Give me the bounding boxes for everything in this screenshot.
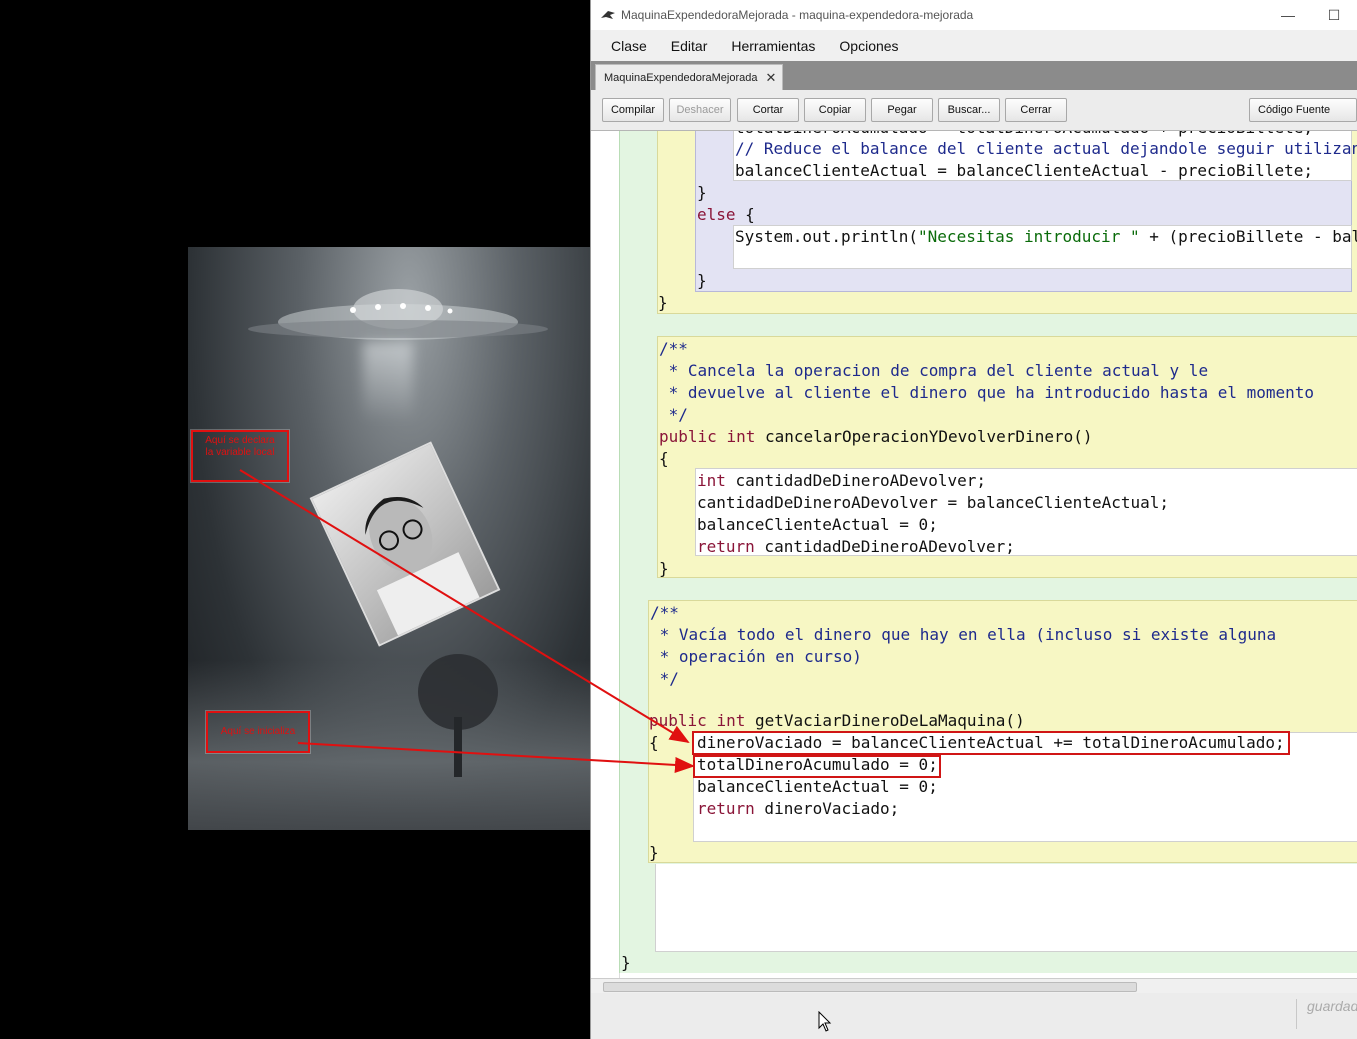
bluej-bird-icon [601, 11, 615, 19]
code-line: cantidadDeDineroADevolver = balanceClien… [697, 493, 1170, 512]
copy-button[interactable]: Copiar [804, 98, 866, 122]
title-bar: MaquinaExpendedoraMejorada - maquina-exp… [591, 0, 1357, 30]
maximize-button[interactable]: ☐ [1311, 7, 1357, 24]
tab-maquina-expendedora[interactable]: MaquinaExpendedoraMejorada ✕ [595, 64, 784, 90]
menu-editar[interactable]: Editar [671, 38, 708, 54]
find-button[interactable]: Buscar... [938, 98, 1000, 122]
code-text: cantidadDeDineroADevolver; [725, 471, 986, 490]
portrait-photo [309, 441, 501, 647]
status-bar: guardad [591, 993, 1357, 1039]
empty-scope [655, 864, 1357, 952]
doc-comment: /** [659, 339, 688, 358]
code-text: System.out.println( [735, 227, 919, 246]
class-close-brace: } [621, 953, 631, 972]
code-brace: } [658, 293, 668, 312]
toolbar: Compilar Deshacer Cortar Copiar Pegar Bu… [591, 90, 1357, 131]
cut-button[interactable]: Cortar [737, 98, 799, 122]
undo-button[interactable]: Deshacer [669, 98, 731, 122]
keyword: int [697, 471, 726, 490]
view-selector[interactable]: Código Fuente [1249, 98, 1357, 122]
code-brace: } [697, 183, 707, 202]
code-line: balanceClienteActual = 0; [697, 777, 938, 796]
menu-bar: Clase Editar Herramientas Opciones [591, 30, 1357, 61]
minimize-button[interactable]: — [1265, 7, 1311, 23]
keyword: return [697, 537, 755, 556]
bluej-editor-window: MaquinaExpendedoraMejorada - maquina-exp… [590, 0, 1357, 1039]
code-text: getVaciarDineroDeLaMaquina() [745, 711, 1025, 730]
doc-comment: * Cancela la operacion de compra del cli… [659, 361, 1209, 380]
doc-comment: * devuelve al cliente el dinero que ha i… [659, 383, 1315, 402]
code-brace: } [697, 271, 707, 290]
annotation-local-variable: Aquí se declara la variable local [191, 430, 289, 482]
code-brace: } [649, 843, 659, 862]
menu-opciones[interactable]: Opciones [839, 38, 898, 54]
keyword: public [649, 711, 707, 730]
code-line: balanceClienteActual = 0; [697, 515, 938, 534]
menu-clase[interactable]: Clase [611, 38, 647, 54]
code-line: return dineroVaciado; [697, 798, 899, 820]
doc-comment: /** [650, 603, 679, 622]
paste-button[interactable]: Pegar [871, 98, 933, 122]
scrollbar-thumb[interactable] [603, 982, 1137, 992]
keyword: else [697, 205, 736, 224]
tab-close-icon[interactable]: ✕ [766, 70, 777, 86]
code-text: cancelarOperacionYDevolverDinero() [755, 427, 1093, 446]
horizontal-scrollbar[interactable] [591, 978, 1357, 994]
method-signature-vaciar: public int getVaciarDineroDeLaMaquina() [649, 710, 1025, 732]
code-brace: { [659, 449, 669, 468]
code-line: balanceClienteActual = balanceClienteAct… [735, 161, 1313, 180]
code-text: + (precioBillete - bal [1139, 227, 1357, 246]
doc-comment: */ [659, 405, 688, 424]
code-editor[interactable]: totalDineroAcumulado = totalDineroAcumul… [591, 131, 1357, 978]
menu-herramientas[interactable]: Herramientas [731, 38, 815, 54]
tab-bar: MaquinaExpendedoraMejorada ✕ [591, 61, 1357, 90]
keyword: int [726, 427, 756, 446]
doc-comment: * Vacía todo el dinero que hay en ella (… [650, 625, 1277, 644]
highlight-initialization [693, 755, 941, 778]
code-line: return cantidadDeDineroADevolver; [697, 536, 1015, 558]
doc-comment: */ [650, 669, 679, 688]
tab-label: MaquinaExpendedoraMejorada [604, 71, 758, 84]
code-brace: } [659, 559, 669, 578]
status-message: guardad [1307, 998, 1357, 1014]
code-line: int cantidadDeDineroADevolver; [697, 470, 986, 492]
annotation-initialize: Aquí se inicializa [206, 711, 310, 753]
code-comment: // Reduce el balance del cliente actual … [735, 139, 1357, 158]
tree-silhouette [418, 654, 498, 777]
code-text: cantidadDeDineroADevolver; [754, 537, 1015, 556]
mouse-cursor-icon [818, 1011, 832, 1032]
keyword: public [659, 427, 717, 446]
window-title: MaquinaExpendedoraMejorada - maquina-exp… [621, 8, 974, 22]
doc-comment: * operación en curso) [650, 647, 862, 666]
keyword: int [716, 711, 746, 730]
string-literal: "Necesitas introducir " [918, 227, 1140, 246]
line-gutter [591, 131, 620, 978]
code-line-else: else { [697, 204, 755, 226]
keyword: return [697, 799, 755, 818]
highlight-declaration [692, 731, 1290, 755]
status-separator [1296, 999, 1297, 1029]
close-button[interactable]: Cerrar [1005, 98, 1067, 122]
compile-button[interactable]: Compilar [602, 98, 664, 122]
code-line-println: System.out.println("Necesitas introducir… [735, 226, 1357, 248]
code-brace: { [649, 733, 659, 752]
code-text: { [735, 205, 755, 224]
code-text: dineroVaciado; [754, 799, 900, 818]
method-signature-cancelar: public int cancelarOperacionYDevolverDin… [659, 426, 1093, 448]
ufo-beam [363, 342, 413, 422]
